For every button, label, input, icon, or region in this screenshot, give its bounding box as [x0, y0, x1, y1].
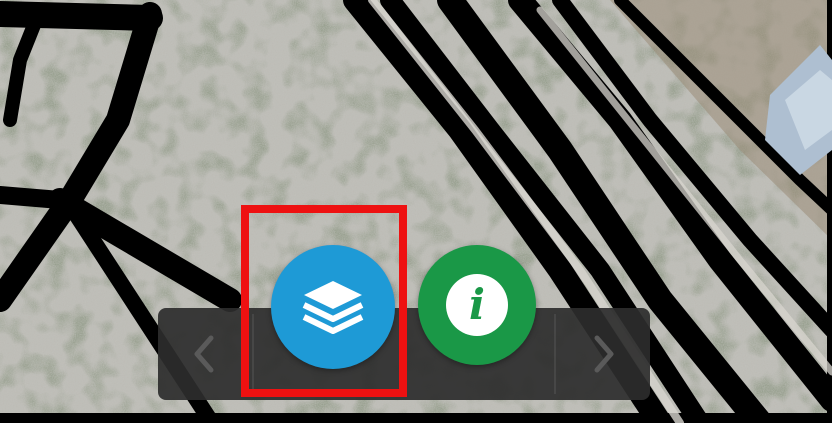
info-icon-glyph: i: [469, 280, 485, 329]
previous-button[interactable]: [158, 308, 250, 400]
info-button[interactable]: i: [418, 245, 536, 365]
toolbar-divider: [252, 314, 254, 394]
layers-button[interactable]: [271, 245, 395, 369]
chevron-right-icon: [594, 335, 614, 373]
next-button[interactable]: [558, 308, 650, 400]
map-toolbar: [158, 308, 650, 400]
chevron-left-icon: [194, 335, 214, 373]
info-icon: i: [446, 274, 508, 336]
layers-icon: [302, 281, 364, 334]
toolbar-divider: [554, 314, 556, 394]
